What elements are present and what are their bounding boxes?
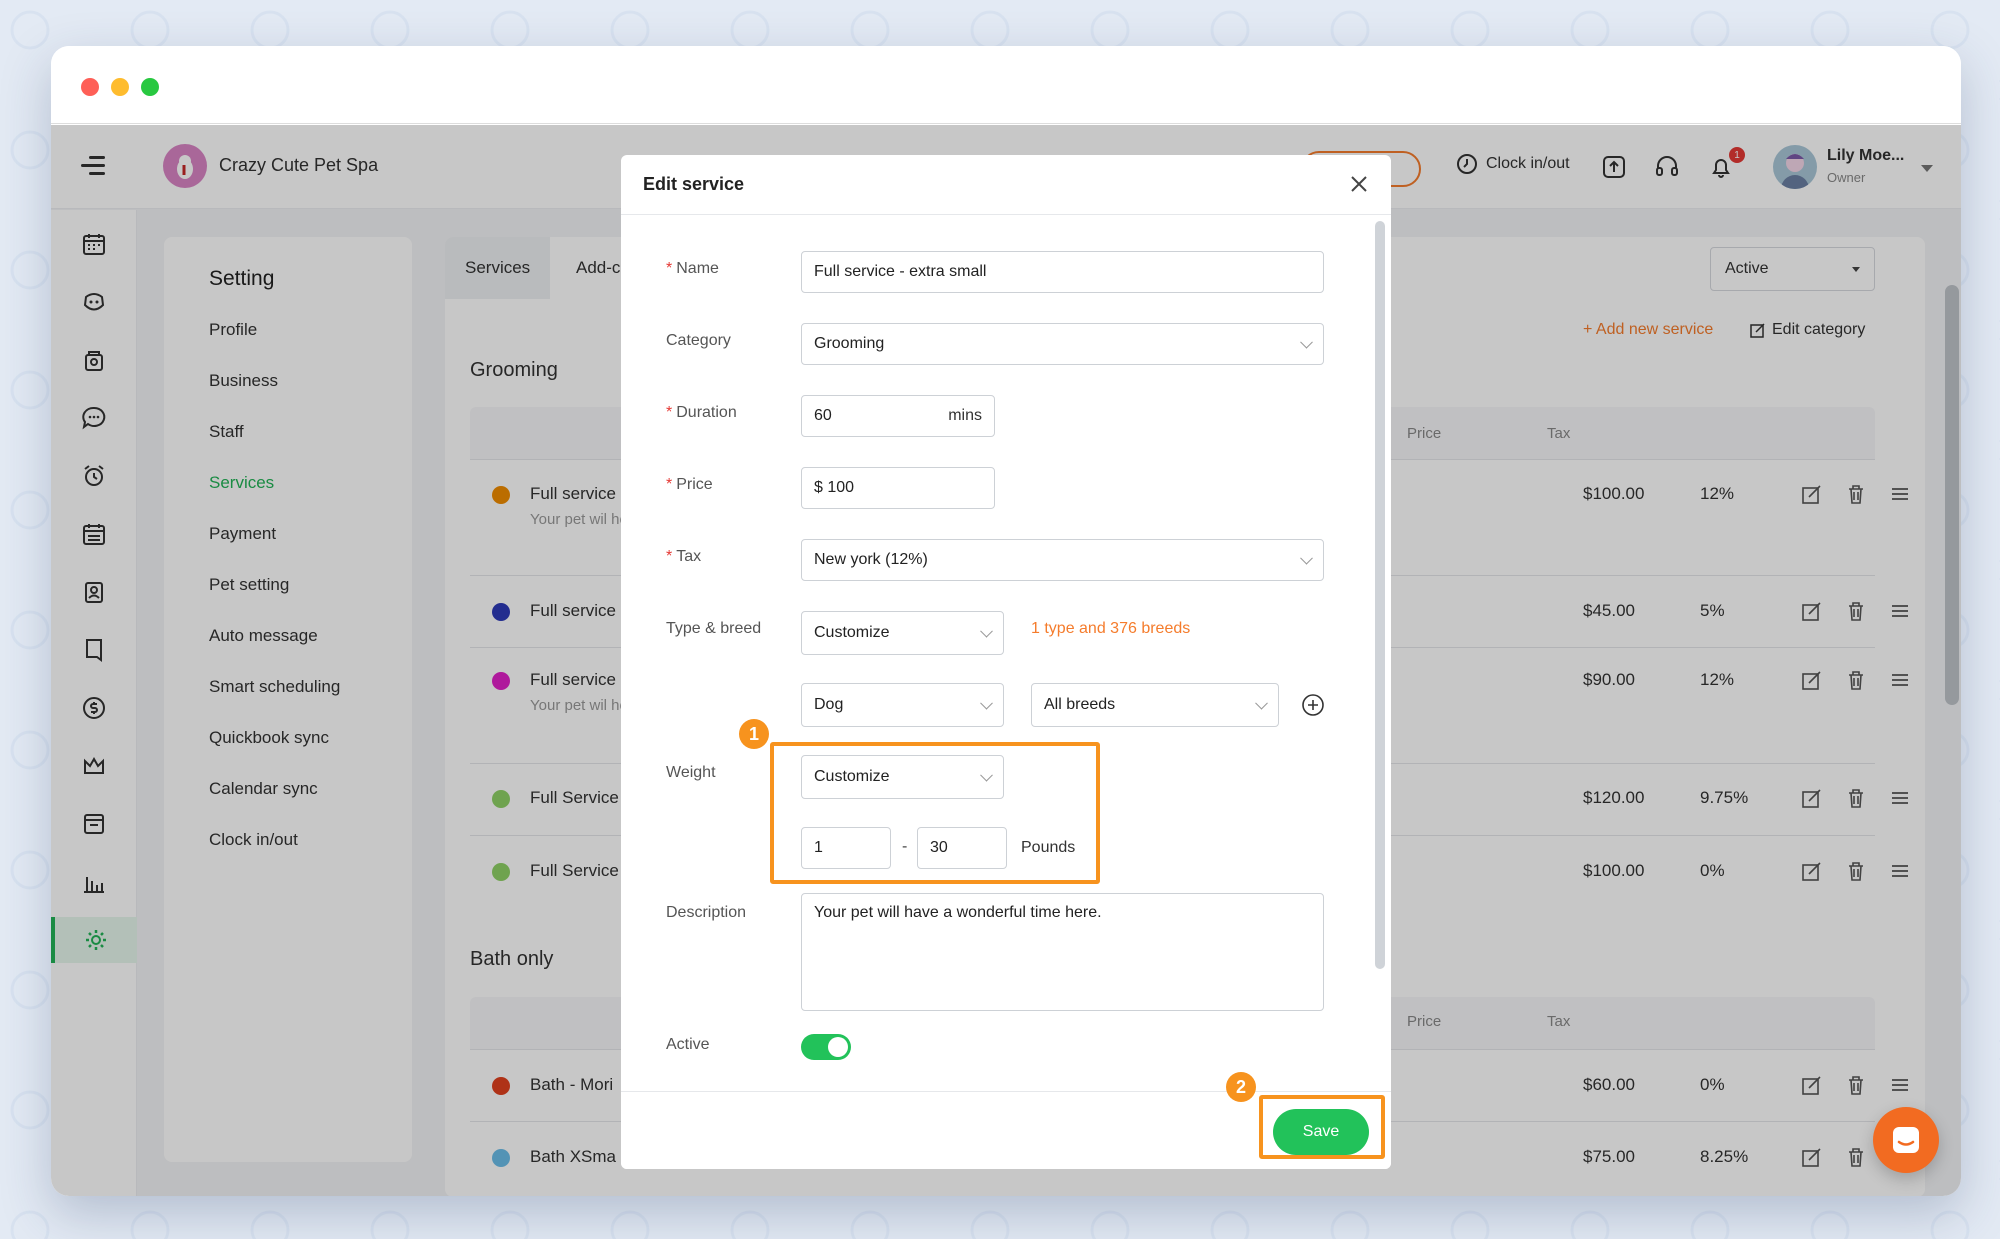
category-value: Grooming: [814, 335, 885, 352]
step-marker-2: 2: [1226, 1072, 1256, 1102]
breeds-select[interactable]: All breeds: [1031, 683, 1279, 727]
active-label: Active: [666, 1036, 710, 1053]
price-label: * Price: [666, 476, 713, 493]
duration-field[interactable]: 60 mins: [801, 395, 995, 437]
price-value: $ 100: [814, 479, 855, 496]
tax-label: * Tax: [666, 548, 702, 565]
highlight-weight-section: [770, 742, 1100, 884]
step-marker-1: 1: [739, 719, 769, 749]
close-window-button[interactable]: [81, 78, 99, 96]
close-icon[interactable]: [1347, 172, 1371, 196]
duration-unit: mins: [948, 407, 982, 424]
edit-service-dialog: Edit service * Name Full service - extra …: [621, 155, 1391, 1169]
description-textarea[interactable]: Your pet will have a wonderful time here…: [801, 893, 1324, 1011]
weight-label: Weight: [666, 764, 716, 781]
tax-value: New york (12%): [814, 551, 928, 568]
name-label: * Name: [666, 260, 719, 277]
description-label: Description: [666, 904, 747, 921]
minimize-window-button[interactable]: [111, 78, 129, 96]
add-circle-icon[interactable]: [1301, 693, 1325, 717]
duration-value: 60: [814, 407, 832, 424]
chevron-down-icon: [1300, 551, 1313, 565]
dialog-header: Edit service: [621, 155, 1391, 215]
pet-type-value: Dog: [814, 696, 844, 713]
app-window: Crazy Cute Pet Spa Clock in/out 1 Lily M…: [51, 46, 1961, 1196]
dialog-scrollbar[interactable]: [1375, 221, 1385, 969]
name-value: Full service - extra small: [814, 263, 987, 280]
chevron-down-icon: [980, 624, 993, 638]
chat-button[interactable]: [1873, 1107, 1939, 1173]
maximize-window-button[interactable]: [141, 78, 159, 96]
duration-label: * Duration: [666, 404, 737, 421]
active-toggle[interactable]: [801, 1034, 851, 1060]
chevron-down-icon: [1300, 335, 1313, 349]
description-value: Your pet will have a wonderful time here…: [814, 904, 1102, 921]
highlight-save-button: [1259, 1095, 1385, 1159]
price-field[interactable]: $ 100: [801, 467, 995, 509]
type-breed-select[interactable]: Customize: [801, 611, 1004, 655]
title-bar: [51, 46, 1961, 124]
pet-type-select[interactable]: Dog: [801, 683, 1004, 727]
type-breed-value: Customize: [814, 624, 890, 641]
breeds-summary-link[interactable]: 1 type and 376 breeds: [1031, 620, 1190, 638]
category-select[interactable]: Grooming: [801, 323, 1324, 365]
breeds-value: All breeds: [1044, 696, 1116, 713]
chevron-down-icon: [1255, 696, 1268, 710]
dialog-title: Edit service: [643, 174, 745, 194]
name-field[interactable]: Full service - extra small: [801, 251, 1324, 293]
dialog-body: * Name Full service - extra small Categor…: [621, 216, 1373, 1090]
type-breed-label: Type & breed: [666, 620, 762, 637]
tax-select[interactable]: New york (12%): [801, 539, 1324, 581]
chevron-down-icon: [980, 696, 993, 710]
category-label: Category: [666, 332, 731, 349]
chat-icon: [1893, 1127, 1919, 1153]
